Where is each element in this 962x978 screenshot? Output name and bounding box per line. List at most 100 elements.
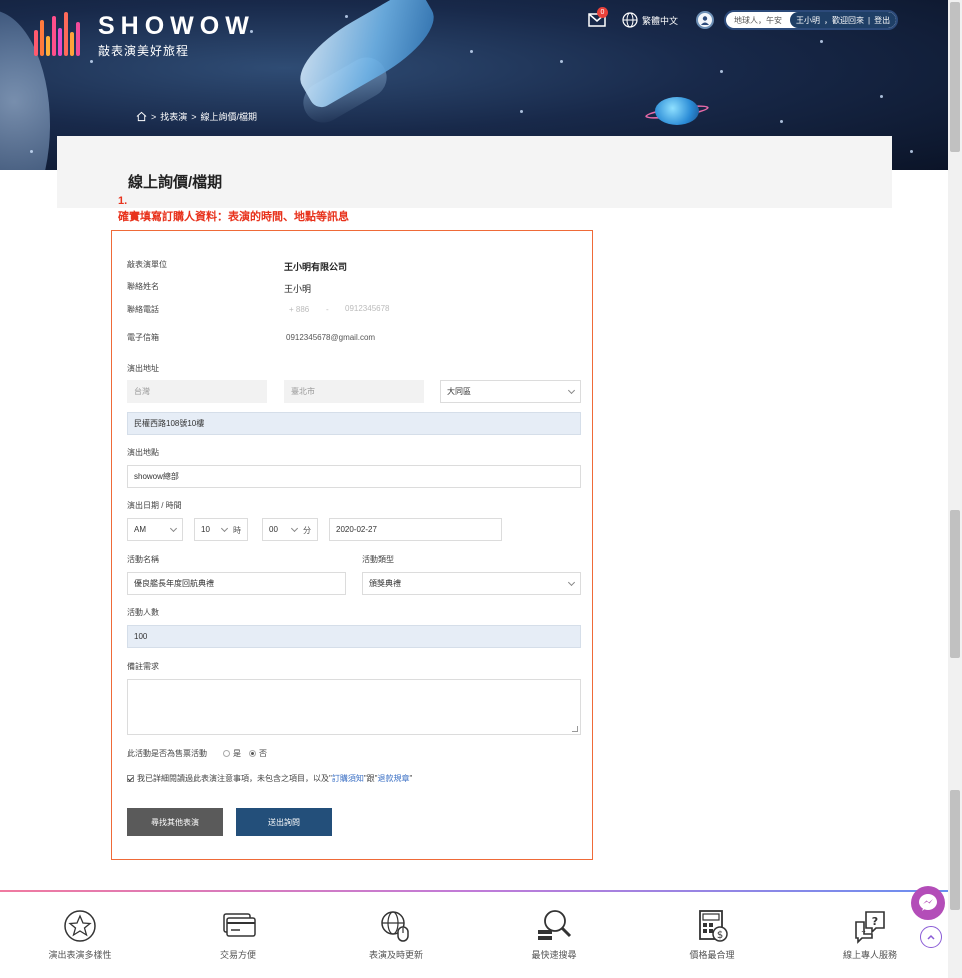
breadcrumb-item-current: 線上詢價/檔期 [200,112,258,122]
radio-yes[interactable] [223,750,230,757]
ampm-value: AM [134,525,146,534]
agree-checkbox[interactable] [127,775,134,782]
event-name-input[interactable]: 優良艦長年度回航典禮 [127,572,346,595]
divider: | [868,15,871,25]
language-selector[interactable]: 繁體中文 [622,12,678,28]
site-logo[interactable]: SHOWOW 敲表演美好旅程 [34,12,255,59]
phone-country-code[interactable]: + 886 [289,305,309,314]
globe-icon [622,12,638,28]
district-select[interactable]: 大同區 [440,380,581,403]
street-input[interactable]: 民權西路108號10樓 [127,412,581,435]
back-to-top-button[interactable] [920,926,942,948]
messenger-chat-button[interactable] [911,886,945,920]
remarks-textarea[interactable] [127,679,581,735]
contact-value: 王小明 [284,284,312,294]
date-input[interactable]: 2020-02-27 [329,518,502,541]
instruction-note: 確實填寫訂購人資料：表演的時間、地點等訊息 [118,211,349,223]
calculator-icon: $ [699,910,728,942]
feature-label: 表演及時更新 [368,950,423,960]
remarks-label: 備註需求 [127,662,159,671]
breadcrumb-item-find-shows[interactable]: 找表演 [160,110,187,123]
attendees-input[interactable]: 100 [127,625,581,648]
chevron-down-icon [169,524,178,533]
feature-best-price[interactable]: $ 價格最合理 [652,908,772,961]
event-type-select[interactable]: 頒獎典禮 [362,572,581,595]
order-notice-link[interactable]: 訂購須知 [332,773,364,784]
attendees-label: 活動人數 [127,608,159,617]
feature-easy-payment[interactable]: 交易方便 [178,908,298,961]
search-magnifier-icon [538,910,572,940]
chevron-up-icon [927,934,935,940]
scrollbar-thumb[interactable] [950,510,960,658]
agree-end-text: " [409,774,413,783]
phone-label: 聯絡電話 [127,305,159,314]
feature-online-service[interactable]: ? .. 線上專人服務 [810,908,930,961]
avatar[interactable] [696,11,715,29]
city-value: 臺北市 [291,387,315,396]
brand-tagline: 敲表演美好旅程 [98,44,190,58]
event-type-label: 活動類型 [362,555,394,564]
radio-yes-label[interactable]: 是 [233,748,241,759]
user-name[interactable]: 王小明 [796,15,820,26]
submit-inquiry-button[interactable]: 送出詢問 [236,808,332,836]
agreement-row: 我已詳細閱讀過此表演注意事項，未包含之項目，以及" 訂購須知 "跟" 退款規章 " [127,773,412,784]
logo-bars-icon [34,12,86,56]
agree-text: 我已詳細閱讀過此表演注意事項，未包含之項目，以及" [137,774,332,783]
minute-select[interactable]: 00 分 [262,518,318,541]
inquiry-form [111,230,593,860]
brand-name: SHOWOW [98,12,255,40]
globe-mouse-icon [381,911,409,942]
venue-input[interactable]: showow總部 [127,465,581,488]
city-select[interactable]: 臺北市 [284,380,424,403]
refund-policy-link[interactable]: 退款規章 [378,773,410,784]
country-value: 台灣 [134,387,150,396]
chevron-down-icon [567,386,576,395]
event-name-value: 優良艦長年度回航典禮 [134,579,214,588]
feature-label: 交易方便 [219,950,256,960]
scrollbar-thumb-top[interactable] [950,2,960,152]
radio-no-label[interactable]: 否 [259,748,267,759]
greeting-text: 地球人，午安 [734,15,783,25]
contact-label: 聯絡姓名 [127,282,159,291]
venue-value: showow總部 [134,472,179,481]
top-user-bar: 0 繁體中文 地球人，午安 王小明 ，歡迎回來 | 登出 [588,7,899,30]
event-name-label: 活動名稱 [127,555,159,564]
agree-mid-text: "跟" [363,774,378,783]
radio-no[interactable] [249,750,256,757]
chevron-down-icon [290,524,299,533]
hour-unit: 時 [233,526,241,535]
feature-fast-search[interactable]: 最快速搜尋 [494,908,614,961]
breadcrumb-separator: > [151,111,157,122]
find-other-shows-button[interactable]: 尋找其他表演 [127,808,223,836]
event-type-value: 頒獎典禮 [369,579,401,588]
country-select[interactable]: 台灣 [127,380,267,403]
note-number: 1. [118,195,128,207]
ampm-select[interactable]: AM [127,518,183,541]
mail-count-badge: 0 [597,7,608,18]
street-value: 民權西路108號10樓 [134,419,205,428]
scrollbar-thumb-lower[interactable] [950,790,960,910]
feature-label: 價格最合理 [689,950,735,960]
ticketing-radio-group: 此活動是否為售票活動 是 否 [127,748,267,759]
svg-text:$: $ [717,930,723,941]
page-title: 線上詢價/檔期 [128,174,223,191]
language-label: 繁體中文 [642,15,679,26]
resize-handle-icon[interactable] [572,726,578,732]
logout-link[interactable]: 登出 [874,15,890,26]
date-value: 2020-02-27 [336,525,377,534]
hour-select[interactable]: 10 時 [194,518,248,541]
feature-variety[interactable]: 演出表演多樣性 [20,908,140,961]
home-icon[interactable] [136,111,147,122]
page-scrollbar[interactable] [948,0,962,978]
hour-value: 10 [201,525,210,534]
minute-unit: 分 [303,526,311,535]
mail-button[interactable]: 0 [588,7,608,27]
credit-card-icon [223,913,256,937]
district-value: 大同區 [447,387,471,396]
breadcrumb: > 找表演 > 線上詢價/檔期 [136,110,257,123]
svg-text:?: ? [872,915,878,928]
feature-live-updates[interactable]: 表演及時更新 [336,908,456,961]
ticketing-label: 此活動是否為售票活動 [127,749,207,758]
phone-number[interactable]: 0912345678 [345,304,390,313]
email-value[interactable]: 0912345678@gmail.com [286,333,375,342]
